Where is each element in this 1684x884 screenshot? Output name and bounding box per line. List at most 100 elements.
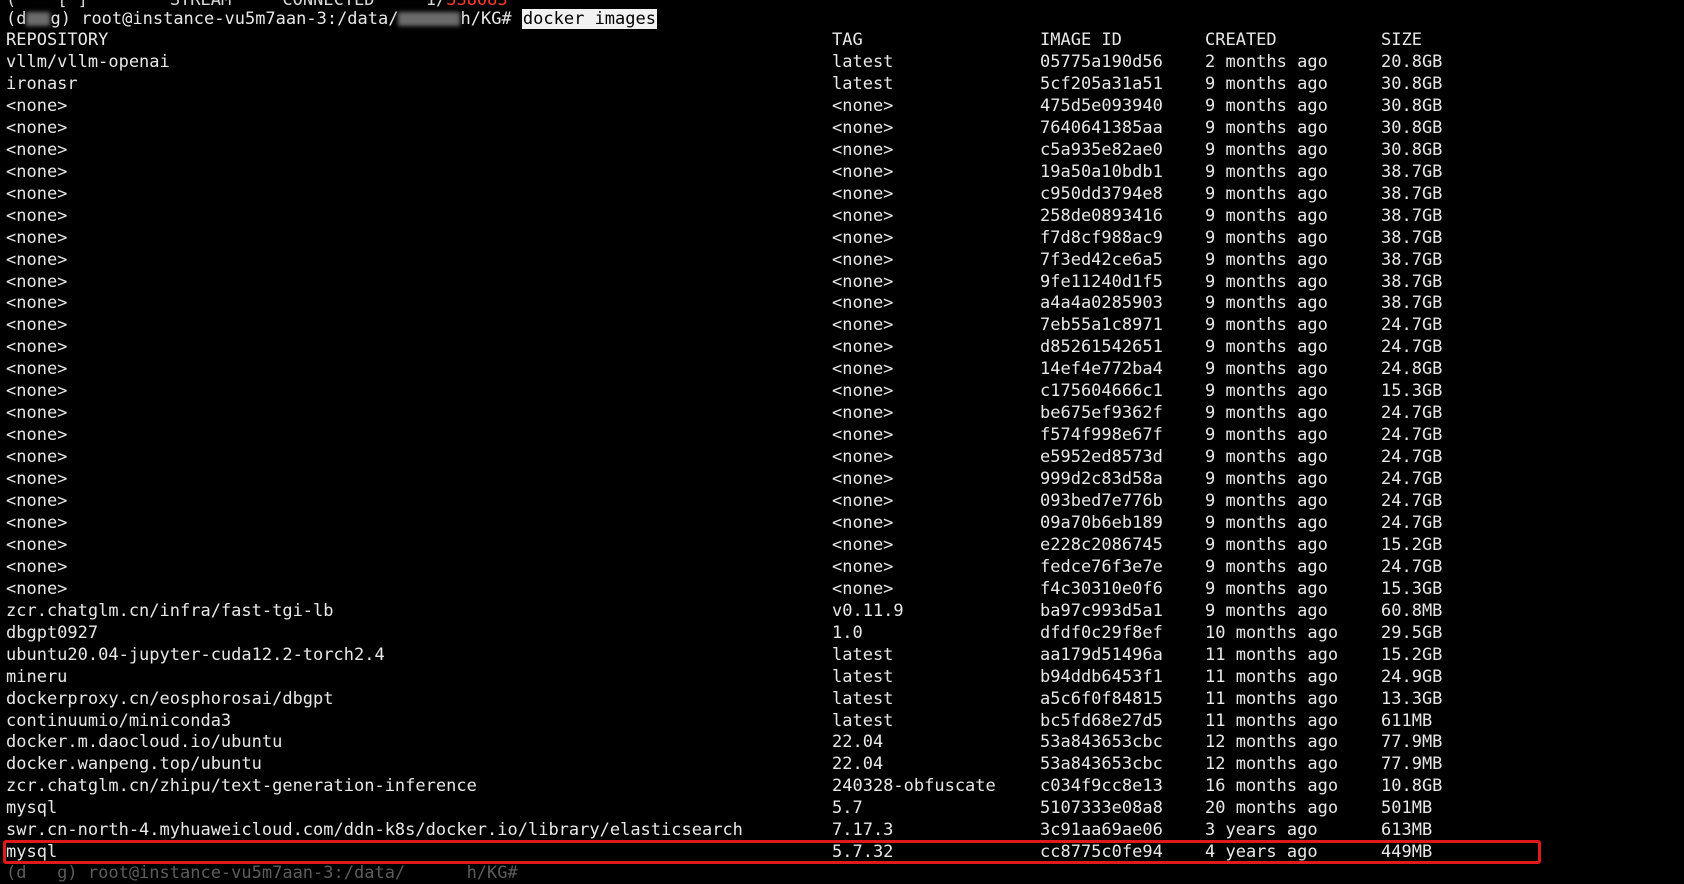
- cell-image-id: 093bed7e776b: [1040, 491, 1163, 511]
- cell-size: 24.9GB: [1381, 666, 1443, 687]
- table-row: <none> <none> 093bed7e776b 9 months ago 24.7…: [0, 490, 1684, 512]
- cell-created: 16 months ago: [1205, 776, 1339, 797]
- cell-tag: v0.11.9: [832, 600, 904, 621]
- path-suffix: h/KG#: [460, 9, 512, 29]
- cell-created: 9 months ago: [1205, 403, 1328, 424]
- cell-size: 38.7GB: [1381, 271, 1443, 292]
- cell-repository: <none>: [6, 447, 68, 468]
- cell-created: 9 months ago: [1205, 205, 1328, 226]
- cell-size: 60.8MB: [1381, 600, 1443, 621]
- cell-repository: swr.cn-north-4.myhuaweicloud.com/ddn-k8s…: [6, 820, 743, 841]
- cell-created: 9 months ago: [1205, 95, 1328, 116]
- header-size: SIZE: [1381, 30, 1422, 50]
- redacted-env-name: xx: [26, 12, 51, 26]
- cell-repository: docker.wanpeng.top/ubuntu: [6, 754, 262, 775]
- cell-tag: <none>: [832, 512, 894, 533]
- cell-image-id: be675ef9362f: [1040, 403, 1163, 424]
- cell-size: 10.8GB: [1381, 776, 1443, 797]
- cell-image-id: c034f9cc8e13: [1040, 776, 1163, 797]
- cell-size: 30.8GB: [1381, 95, 1443, 116]
- cell-created: 11 months ago: [1205, 688, 1339, 709]
- cell-repository: <none>: [6, 469, 68, 490]
- cell-image-id: b94ddb6453f1: [1040, 666, 1163, 687]
- cell-created: 9 months ago: [1205, 337, 1328, 358]
- cell-created: 9 months ago: [1205, 534, 1328, 555]
- cell-created: 20 months ago: [1205, 798, 1339, 819]
- cell-size: 611MB: [1381, 710, 1433, 731]
- header-repository: REPOSITORY: [6, 30, 109, 50]
- cell-created: 9 months ago: [1205, 73, 1328, 94]
- cell-image-id: 7640641385aa: [1040, 117, 1163, 138]
- cell-created: 9 months ago: [1205, 117, 1328, 138]
- cell-created: 12 months ago: [1205, 732, 1339, 753]
- cell-repository: <none>: [6, 425, 68, 446]
- cell-tag: latest: [832, 710, 894, 731]
- cell-tag: latest: [832, 688, 894, 709]
- cell-repository: <none>: [6, 205, 68, 226]
- cell-size: 24.7GB: [1381, 337, 1443, 358]
- user-host-path: root@instance-vu5m7aan-3:/data/: [70, 9, 399, 29]
- cell-size: 38.7GB: [1381, 205, 1443, 226]
- table-row: <none> <none> be675ef9362f 9 months ago 24.7…: [0, 402, 1684, 424]
- cell-tag: latest: [832, 666, 894, 687]
- cell-repository: <none>: [6, 183, 68, 204]
- header-created: CREATED: [1205, 30, 1277, 50]
- cell-size: 38.7GB: [1381, 161, 1443, 182]
- cell-image-id: d85261542651: [1040, 337, 1163, 358]
- table-row: <none> <none> e228c2086745 9 months ago 15.2…: [0, 534, 1684, 556]
- cell-tag: <none>: [832, 425, 894, 446]
- table-row: <none> <none> 475d5e093940 9 months ago 30.8…: [0, 95, 1684, 117]
- docker-images-command: docker images: [521, 9, 657, 29]
- table-row: docker.m.daocloud.io/ubuntu 22.04 53a84365…: [0, 731, 1684, 753]
- terminal-window[interactable]: ( [ ] STREAM CONNECTED 1/338083 (dxxg) r…: [0, 0, 1684, 883]
- header-tag: TAG: [832, 30, 863, 50]
- cell-repository: <none>: [6, 578, 68, 599]
- cell-tag: <none>: [832, 271, 894, 292]
- cell-created: 9 months ago: [1205, 425, 1328, 446]
- cell-size: 24.7GB: [1381, 425, 1443, 446]
- cell-tag: <none>: [832, 315, 894, 336]
- cell-created: 9 months ago: [1205, 359, 1328, 380]
- table-row: <none> <none> e5952ed8573d 9 months ago 24.7…: [0, 446, 1684, 468]
- cell-size: 15.3GB: [1381, 578, 1443, 599]
- table-row: docker.wanpeng.top/ubuntu 22.04 53a843653c…: [0, 753, 1684, 775]
- cell-repository: <none>: [6, 271, 68, 292]
- cell-tag: <none>: [832, 161, 894, 182]
- env-name-prefix: (d: [6, 9, 27, 29]
- cell-created: 12 months ago: [1205, 754, 1339, 775]
- cell-created: 9 months ago: [1205, 315, 1328, 336]
- cell-size: 15.3GB: [1381, 381, 1443, 402]
- cell-tag: latest: [832, 644, 894, 665]
- cell-repository: <none>: [6, 315, 68, 336]
- cell-repository: <none>: [6, 534, 68, 555]
- cell-tag: <none>: [832, 491, 894, 511]
- cell-created: 9 months ago: [1205, 293, 1328, 314]
- cell-size: 613MB: [1381, 820, 1433, 841]
- cell-repository: <none>: [6, 512, 68, 533]
- cell-tag: <none>: [832, 95, 894, 116]
- cell-created: 9 months ago: [1205, 600, 1328, 621]
- cell-repository: dockerproxy.cn/eosphorosai/dbgpt: [6, 688, 334, 709]
- cell-tag: <none>: [832, 249, 894, 270]
- cell-created: 11 months ago: [1205, 666, 1339, 687]
- cell-image-id: 7eb55a1c8971: [1040, 315, 1163, 336]
- cell-repository: <none>: [6, 227, 68, 248]
- cell-created: 2 months ago: [1205, 52, 1328, 72]
- cell-tag: <none>: [832, 227, 894, 248]
- cell-repository: zcr.chatglm.cn/zhipu/text-generation-inf…: [6, 776, 477, 797]
- cell-image-id: 475d5e093940: [1040, 95, 1163, 116]
- shell-prompt: (dxxg) root@instance-vu5m7aan-3:/data/xx…: [6, 8, 657, 30]
- cell-size: 77.9MB: [1381, 732, 1443, 753]
- cell-size: 24.8GB: [1381, 359, 1443, 380]
- table-row: <none> <none> fedce76f3e7e 9 months ago 24.7…: [0, 556, 1684, 578]
- table-row: <none> <none> d85261542651 9 months ago 24.7…: [0, 336, 1684, 358]
- cell-image-id: 258de0893416: [1040, 205, 1163, 226]
- cell-image-id: ba97c993d5a1: [1040, 600, 1163, 621]
- cell-created: 3 years ago: [1205, 820, 1318, 841]
- table-row: <none> <none> c950dd3794e8 9 months ago 38.7…: [0, 183, 1684, 205]
- table-row: mineru latest b94ddb6453f1 11 months ago 24.…: [0, 666, 1684, 688]
- cell-created: 9 months ago: [1205, 381, 1328, 402]
- table-row: continuumio/miniconda3 latest bc5fd68e27d5…: [0, 710, 1684, 732]
- cell-tag: latest: [832, 73, 894, 94]
- table-row: vllm/vllm-openai latest 05775a190d56 2 mont…: [0, 51, 1684, 73]
